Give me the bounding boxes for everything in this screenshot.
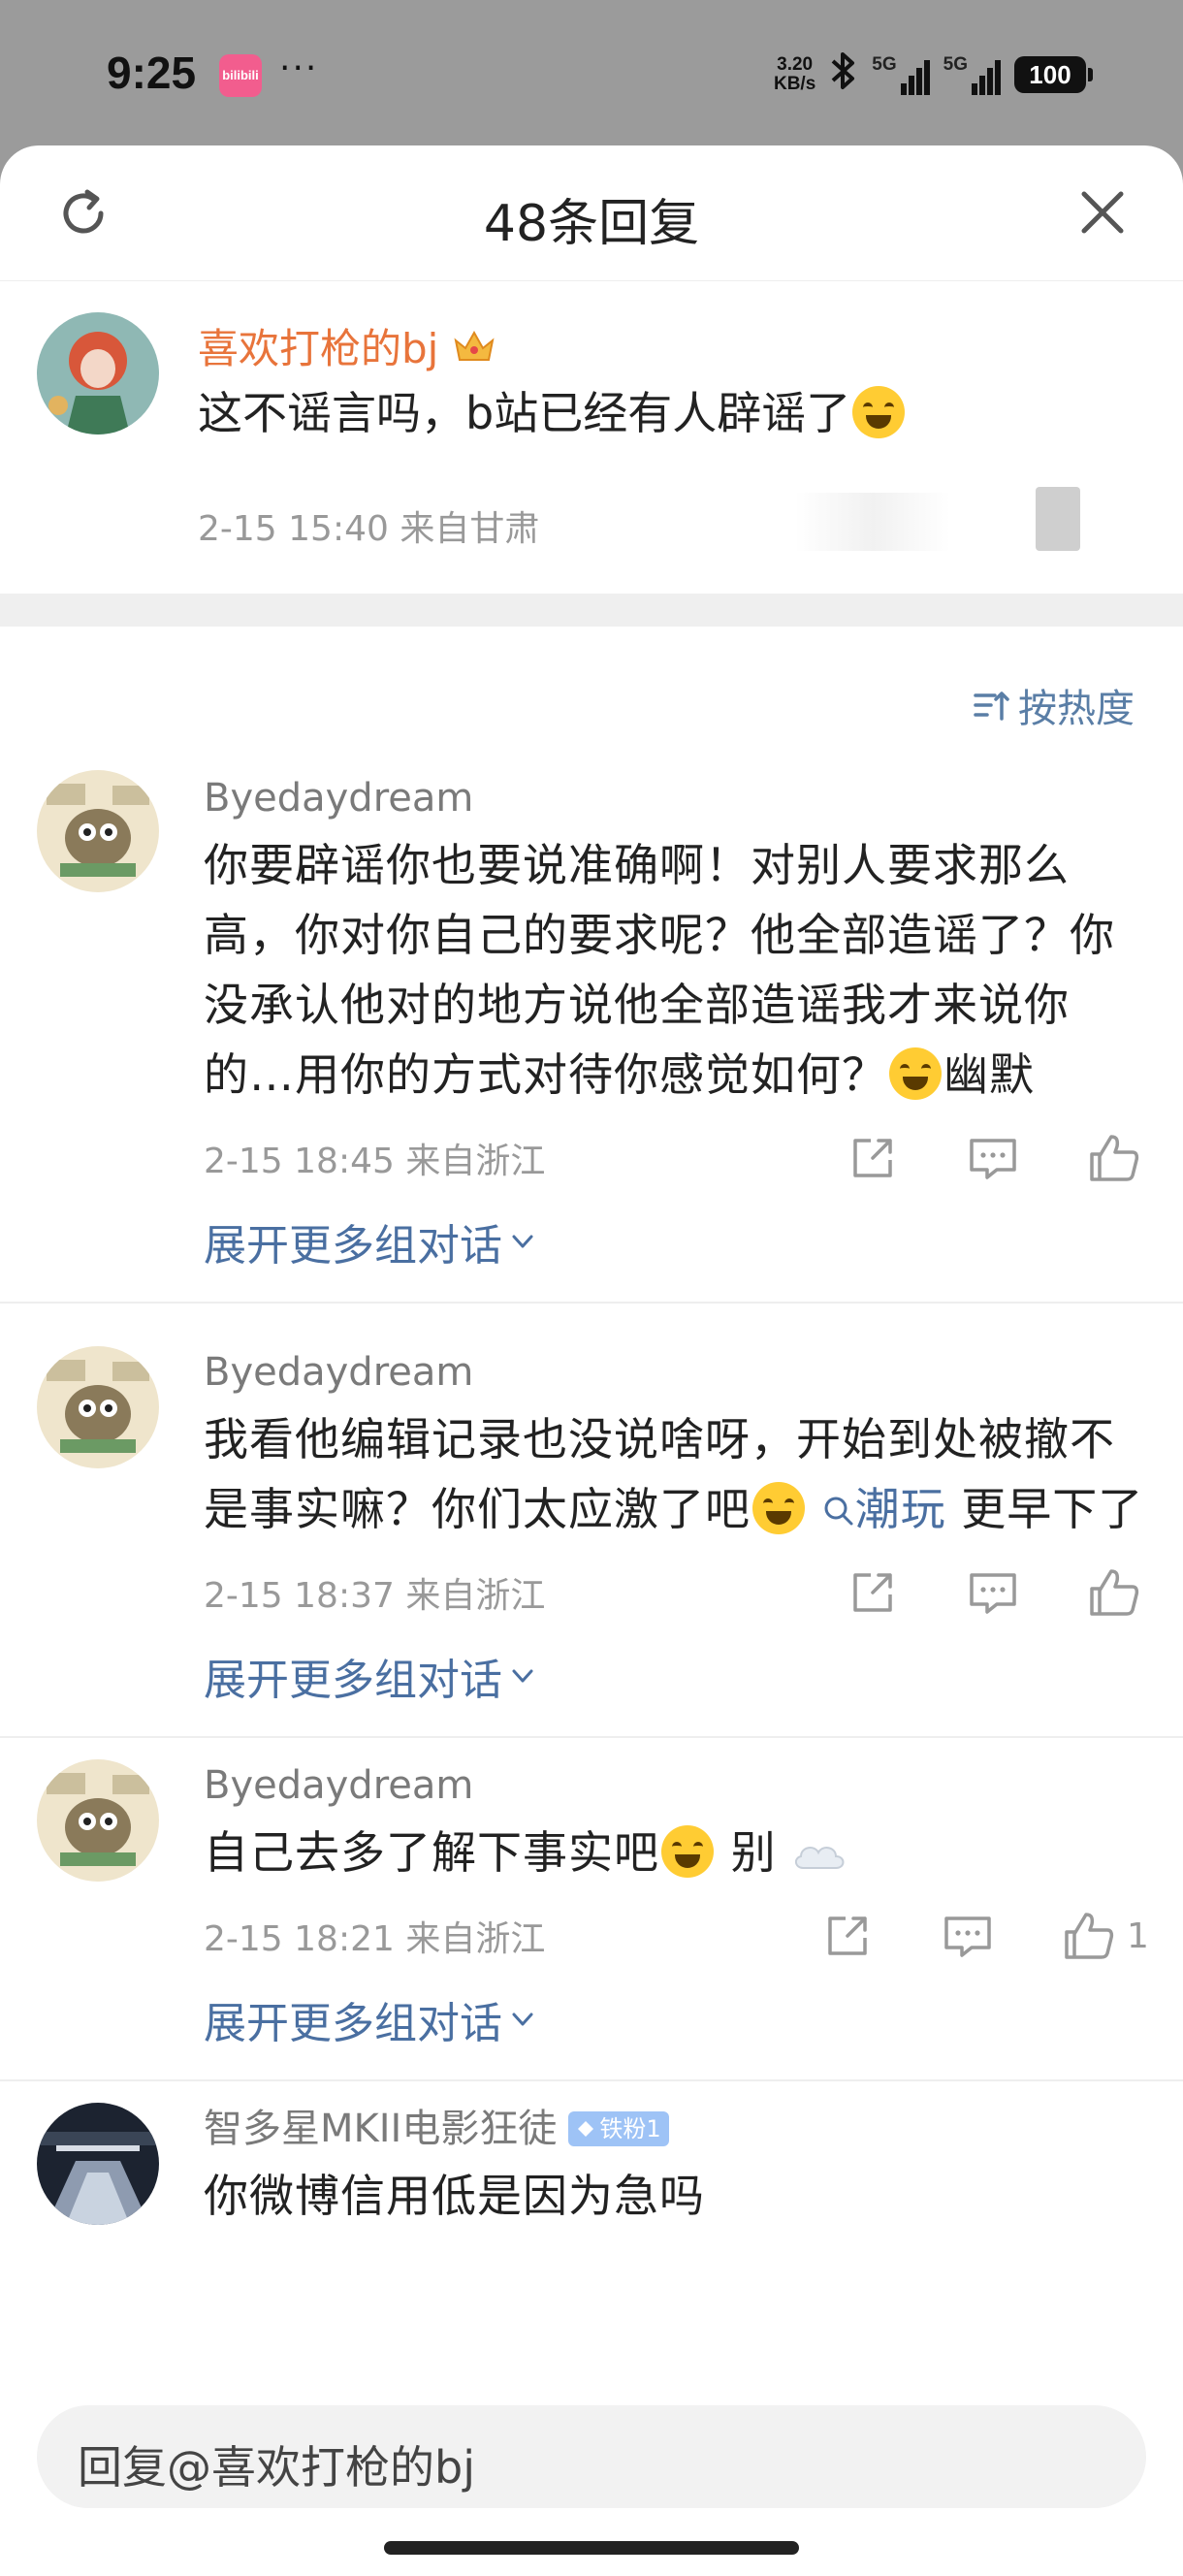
reply-username[interactable]: 智多星MKII电影狂徒 铁粉1 [204,2103,1144,2155]
avatar[interactable] [37,1759,159,1882]
reply-text: 自己去多了解下事实吧 别 [204,1818,1144,1887]
laugh-cry-emoji-icon [852,386,906,438]
like-button[interactable] [1086,1131,1152,1185]
comment-icon[interactable] [966,1131,1020,1185]
bluetooth-icon [829,50,858,98]
reply-item: 智多星MKII电影狂徒 铁粉1 你微博信用低是因为急吗 [0,2081,1183,2231]
sort-by-heat-button[interactable]: 按热度 [972,677,1135,733]
reply-item: Byedaydream 我看他编辑记录也没说啥呀，开始到处被撤不是事实嘛？你们太… [0,1325,1183,1738]
share-icon[interactable] [846,1131,900,1185]
sheet-header: 48条回复 [0,145,1183,281]
reply-item: Byedaydream 自己去多了解下事实吧 别 2-15 18:21 来自浙江 [0,1738,1183,2081]
avatar[interactable] [37,770,159,892]
reply-username[interactable]: Byedaydream [204,1346,1144,1399]
thumbs-up-icon [1090,1135,1139,1181]
like-button[interactable]: 1 [1061,1909,1149,1963]
network-speed: 3.20 KB/s [773,53,816,94]
reply-input-placeholder[interactable]: 回复@喜欢打枪的bj [78,2432,475,2496]
expand-conversation-link[interactable]: 展开更多组对话 [204,1979,1144,2079]
original-username[interactable]: 喜欢打枪的bj [198,316,496,375]
chevron-down-icon [512,1669,533,1683]
clock: 9:25 [107,48,197,98]
reply-meta: 2-15 18:37 来自浙江 [204,1576,546,1616]
thumbs-up-icon [1065,1913,1114,1959]
reply-text: 我看他编辑记录也没说啥呀，开始到处被撤不是事实嘛？你们太应激了吧 潮玩 更早下了 [204,1413,1144,1535]
bilibili-app-icon: bilibili [219,54,262,97]
cloud-emoji-icon [795,1847,845,1869]
section-divider [0,594,1183,627]
blurred-region [795,493,950,551]
reply-input[interactable]: 回复@喜欢打枪的bj [37,2405,1146,2508]
signal-2-icon: 5G [943,54,1001,95]
sort-row: 按热度 [0,627,1183,772]
reply-username[interactable]: Byedaydream [204,1759,1144,1812]
laugh-cry-emoji-icon [661,1825,714,1878]
reply-item: Byedaydream 你要辟谣你也要说准确啊！对别人要求那么高，你对你自己的要… [0,770,1183,1304]
reply-text: 你微博信用低是因为急吗 [204,2170,705,2222]
status-bar: 9:25 bilibili ··· 3.20 KB/s 5G 5G 100 [0,0,1183,145]
original-comment: 喜欢打枪的bj 这不谣言吗，b站已经有人辟谣了 2-15 15:40 来自甘肃 [0,281,1183,594]
like-button[interactable] [1086,1565,1152,1620]
avatar[interactable] [37,1346,159,1468]
chevron-down-icon [512,2012,533,2026]
home-indicator[interactable] [384,2541,799,2555]
expand-conversation-link[interactable]: 展开更多组对话 [204,1635,1144,1736]
laugh-cry-emoji-icon [752,1482,805,1534]
signal-1-icon: 5G [872,54,930,95]
avatar[interactable] [37,312,159,435]
reply-actions: 2-15 18:37 来自浙江 [204,1546,1144,1635]
reply-meta: 2-15 18:45 来自浙江 [204,1142,546,1181]
share-icon[interactable] [846,1565,900,1620]
reply-username[interactable]: Byedaydream [204,772,1144,824]
reply-meta: 2-15 18:21 来自浙江 [204,1919,546,1959]
close-icon[interactable] [1074,184,1131,241]
avatar[interactable] [37,2103,159,2225]
sheet-title: 48条回复 [483,195,700,253]
sort-icon [974,692,1009,721]
comment-icon[interactable] [941,1909,995,1963]
reply-actions: 2-15 18:45 来自浙江 [204,1111,1144,1201]
crown-icon [454,330,495,361]
diamond-icon [578,2121,594,2137]
fan-badge: 铁粉1 [568,2111,669,2146]
status-indicators: 3.20 KB/s 5G 5G 100 [773,50,1093,98]
topic-link[interactable]: 潮玩 [822,1483,946,1535]
battery-icon: 100 [1014,55,1093,93]
search-icon [824,1497,853,1526]
chevron-down-icon [512,1235,533,1248]
comment-icon[interactable] [966,1565,1020,1620]
replies-sheet: 48条回复 喜欢打枪的bj 这不谣言吗，b站已经有人辟谣了 2-15 15:40… [0,145,1183,2576]
original-text: 这不谣言吗，b站已经有人辟谣了 [198,378,907,442]
like-count: 1 [1127,1916,1149,1956]
reply-text: 你要辟谣你也要说准确啊！对别人要求那么高，你对你自己的要求呢？他全部造谣了？你没… [204,839,1115,1101]
laugh-cry-emoji-icon [889,1047,942,1100]
thumbs-up-icon [1090,1569,1139,1616]
blurred-region [1036,487,1080,551]
expand-conversation-link[interactable]: 展开更多组对话 [204,1201,1144,1302]
more-notifications-icon: ··· [279,48,319,88]
share-icon[interactable] [820,1909,875,1963]
original-meta: 2-15 15:40 来自甘肃 [198,509,540,549]
reply-actions: 2-15 18:21 来自浙江 1 [204,1889,1149,1979]
